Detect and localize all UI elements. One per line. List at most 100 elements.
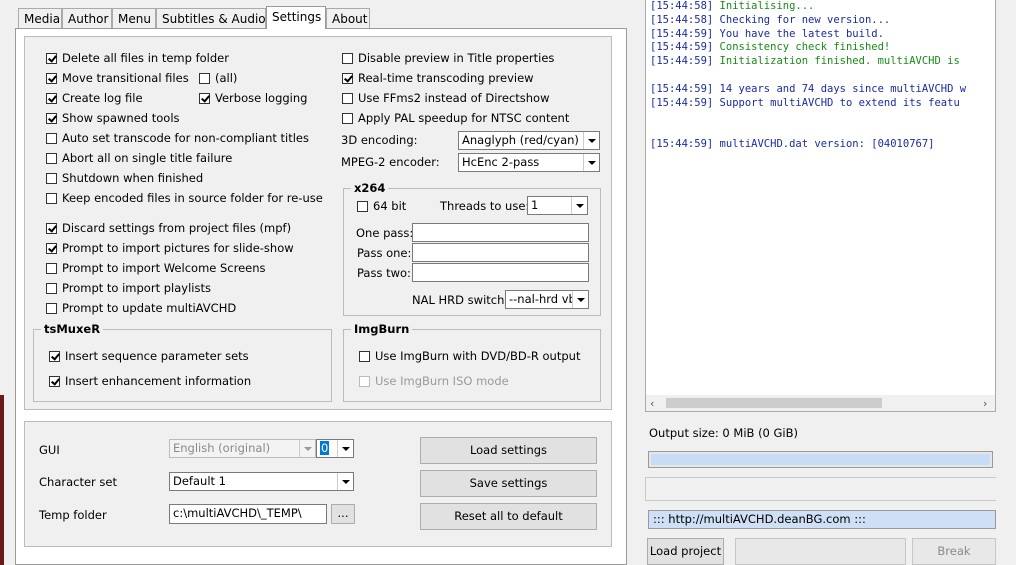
option-all[interactable]: (all) xyxy=(199,70,237,86)
option-label: Insert enhancement information xyxy=(65,374,252,388)
window-edge xyxy=(0,395,4,565)
chevron-down-icon[interactable] xyxy=(583,154,599,171)
option-insert-sei[interactable]: Insert enhancement information xyxy=(49,373,251,389)
checkbox[interactable] xyxy=(46,303,57,314)
checkbox[interactable] xyxy=(199,73,210,84)
tab-author[interactable]: Author xyxy=(62,8,112,28)
option-label: (all) xyxy=(215,71,238,85)
log-line: [15:44:58] Checking for new version... xyxy=(650,14,995,28)
checkbox[interactable] xyxy=(46,133,57,144)
option-pal-speedup[interactable]: Apply PAL speedup for NTSC content xyxy=(342,110,569,126)
option-label: Keep encoded files in source folder for … xyxy=(62,191,323,205)
chevron-down-icon[interactable] xyxy=(299,440,315,457)
checkbox[interactable] xyxy=(199,93,210,104)
pass-two-input[interactable] xyxy=(412,263,589,282)
mpeg2-encoder-label: MPEG-2 encoder: xyxy=(341,155,440,169)
checkbox[interactable] xyxy=(46,73,57,84)
charset-label: Character set xyxy=(39,475,118,489)
browse-button[interactable]: ... xyxy=(331,504,355,524)
select-value: 1 xyxy=(531,198,539,212)
nal-hrd-select[interactable]: --nal-hrd vbr xyxy=(505,290,589,309)
threads-select[interactable]: 1 xyxy=(527,196,588,215)
checkbox[interactable] xyxy=(342,113,353,124)
option-insert-sps[interactable]: Insert sequence parameter sets xyxy=(49,348,249,364)
gui-language-select[interactable]: English (original) xyxy=(169,439,316,458)
option-move-transitional[interactable]: Move transitional files xyxy=(46,70,189,86)
log-time: [15:44:59] xyxy=(650,137,714,150)
tab-subtitles-audio[interactable]: Subtitles & Audio xyxy=(156,8,266,28)
tab-media[interactable]: Media xyxy=(18,8,62,28)
chevron-down-icon[interactable] xyxy=(337,440,353,457)
option-abort-all[interactable]: Abort all on single title failure xyxy=(46,150,232,166)
checkbox[interactable] xyxy=(49,351,60,362)
checkbox[interactable] xyxy=(342,93,353,104)
gui-number-select[interactable]: 0 xyxy=(316,439,354,458)
checkbox[interactable] xyxy=(46,173,57,184)
log-time: [15:44:59] xyxy=(650,41,714,54)
checkbox[interactable] xyxy=(46,93,57,104)
chevron-down-icon[interactable] xyxy=(571,197,587,214)
tab-settings[interactable]: Settings xyxy=(266,6,326,29)
checkbox[interactable] xyxy=(46,223,57,234)
checkbox[interactable] xyxy=(359,351,370,362)
option-shutdown[interactable]: Shutdown when finished xyxy=(46,170,203,186)
log-time: [15:44:59] xyxy=(650,27,714,40)
checkbox[interactable] xyxy=(342,53,353,64)
checkbox[interactable] xyxy=(342,73,353,84)
checkbox[interactable] xyxy=(46,283,57,294)
chevron-left-icon[interactable]: ‹ xyxy=(650,397,654,410)
option-disable-preview[interactable]: Disable preview in Title properties xyxy=(342,50,554,66)
option-label: Delete all files in temp folder xyxy=(62,51,229,65)
mpeg2-encoder-select[interactable]: HcEnc 2-pass xyxy=(458,153,600,172)
charset-select[interactable]: Default 1 xyxy=(169,472,354,491)
one-pass-input[interactable] xyxy=(412,223,589,242)
log-horizontal-scrollbar[interactable]: ‹ › xyxy=(645,395,996,412)
checkbox[interactable] xyxy=(46,113,57,124)
chevron-down-icon[interactable] xyxy=(583,132,599,149)
option-use-imgburn[interactable]: Use ImgBurn with DVD/BD-R output xyxy=(359,348,580,364)
option-prompt-playlists[interactable]: Prompt to import playlists xyxy=(46,280,211,296)
option-label: Move transitional files xyxy=(62,71,189,85)
option-verbose-logging[interactable]: Verbose logging xyxy=(199,90,307,106)
option-64bit[interactable]: 64 bit xyxy=(357,198,406,214)
checkbox[interactable] xyxy=(357,201,368,212)
scrollbar-thumb[interactable] xyxy=(666,398,882,408)
option-use-ffms2[interactable]: Use FFms2 instead of Directshow xyxy=(342,90,550,106)
option-label: Use FFms2 instead of Directshow xyxy=(358,91,550,105)
load-project-button[interactable]: Load project xyxy=(647,538,724,565)
option-prompt-update[interactable]: Prompt to update multiAVCHD xyxy=(46,300,236,316)
log-line: [15:44:59] multiAVCHD.dat version: [0401… xyxy=(650,138,995,152)
website-link[interactable]: ::: http://multiAVCHD.deanBG.com ::: xyxy=(648,510,996,529)
option-keep-encoded[interactable]: Keep encoded files in source folder for … xyxy=(46,190,323,206)
checkbox[interactable] xyxy=(46,243,57,254)
checkbox[interactable] xyxy=(46,263,57,274)
tab-menu[interactable]: Menu xyxy=(112,8,156,28)
chevron-down-icon[interactable] xyxy=(572,291,588,308)
tab-about[interactable]: About xyxy=(326,8,370,28)
option-realtime-preview[interactable]: Real-time transcoding preview xyxy=(342,70,534,86)
option-create-log[interactable]: Create log file xyxy=(46,90,143,106)
option-delete-temp[interactable]: Delete all files in temp folder xyxy=(46,50,229,66)
option-label: Create log file xyxy=(62,91,143,105)
option-discard-settings[interactable]: Discard settings from project files (mpf… xyxy=(46,220,291,236)
pass-one-input[interactable] xyxy=(412,243,589,262)
option-prompt-welcome[interactable]: Prompt to import Welcome Screens xyxy=(46,260,266,276)
checkbox[interactable] xyxy=(46,153,57,164)
checkbox[interactable] xyxy=(46,193,57,204)
chevron-down-icon[interactable] xyxy=(337,473,353,490)
option-prompt-pictures[interactable]: Prompt to import pictures for slide-show xyxy=(46,240,294,256)
save-settings-button[interactable]: Save settings xyxy=(420,470,597,497)
load-settings-button[interactable]: Load settings xyxy=(420,437,597,464)
temp-folder-input[interactable]: c:\multiAVCHD\_TEMP\ xyxy=(169,504,327,524)
window-right-edge xyxy=(996,0,1016,565)
checkbox[interactable] xyxy=(49,376,60,387)
reset-default-button[interactable]: Reset all to default xyxy=(420,503,597,530)
option-label: Disable preview in Title properties xyxy=(358,51,555,65)
chevron-right-icon[interactable]: › xyxy=(983,397,987,410)
checkbox[interactable] xyxy=(46,53,57,64)
option-show-spawned[interactable]: Show spawned tools xyxy=(46,110,180,126)
option-auto-transcode[interactable]: Auto set transcode for non-compliant tit… xyxy=(46,130,309,146)
encoding-3d-select[interactable]: Anaglyph (red/cyan) xyxy=(458,131,600,150)
